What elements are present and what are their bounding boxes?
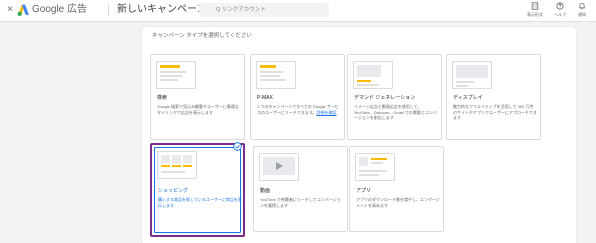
campaign-card-display[interactable]: ディスプレイ 魅力的なクリエイティブを活用して 300 万件のサイトやアプリでユ… xyxy=(446,54,541,140)
card-title: デマンド ジェネレーション xyxy=(354,95,416,101)
bell-icon xyxy=(579,3,585,10)
card-title: アプリ xyxy=(356,188,372,194)
help-icon xyxy=(556,2,564,10)
search-illustration-icon xyxy=(156,61,196,89)
campaign-card-search[interactable]: 検索 Google 検索で見込み顧客やユーザーに最適なタイミングで広告を表示しま… xyxy=(150,54,245,140)
google-ads-logo-icon xyxy=(17,4,29,16)
campaign-card-demand-gen[interactable]: デマンド ジェネレーション イメージ広告と動画広告を使用して、YouTube、D… xyxy=(347,54,442,140)
search-input[interactable]: Q リンクアカウント xyxy=(199,3,329,17)
card-description: イメージ広告と動画広告を使用して、YouTube、Discover、Gmail … xyxy=(354,104,437,120)
card-description: Google 検索で見込み顧客やユーザーに最適なタイミングで広告を表示します xyxy=(157,104,239,115)
card-description: 購入する商品を探しているユーザーに商品を宣伝します xyxy=(158,197,242,208)
panel-heading: キャンペーン タイプを選択してください xyxy=(152,33,252,39)
appearance-button[interactable]: 表示形式 xyxy=(522,2,548,20)
brand-name: Google 広告 xyxy=(32,4,88,15)
card-description: 魅力的なクリエイティブを活用して 300 万件のサイトやアプリでユーザーにアプロ… xyxy=(453,104,537,120)
search-placeholder: Q リンクアカウント xyxy=(216,7,266,13)
card-description: アプリのダウンロード数を増やし、エンゲージメントを高めます xyxy=(356,197,440,208)
appearance-label: 表示形式 xyxy=(527,12,543,17)
building-icon xyxy=(531,2,539,10)
close-icon[interactable]: × xyxy=(4,3,16,17)
card-title: 検索 xyxy=(157,95,168,101)
campaign-card-video[interactable]: 動画 YouTube で視聴者にリーチしてコンバージョンを獲得します xyxy=(253,146,348,232)
card-title: 動画 xyxy=(260,188,271,194)
divider xyxy=(108,4,109,16)
card-description: YouTube で視聴者にリーチしてコンバージョンを獲得します xyxy=(260,197,341,208)
demand-gen-illustration-icon xyxy=(353,61,393,89)
app-illustration-icon xyxy=(355,153,395,181)
check-circle-icon xyxy=(233,142,242,151)
video-illustration-icon xyxy=(259,153,299,181)
campaign-card-pmax[interactable]: P-MAX 1 つのキャンペーンですべての Google サービスのユーザーにリ… xyxy=(250,54,345,140)
shopping-illustration-icon xyxy=(157,151,197,179)
campaign-card-app[interactable]: アプリ アプリのダウンロード数を増やし、エンゲージメントを高めます xyxy=(349,146,444,232)
top-bar: × Google 広告 新しいキャンペーンを作成 Q リンクアカウント 表示形式… xyxy=(0,0,596,22)
campaign-card-shopping[interactable]: ショッピング 購入する商品を探しているユーザーに商品を宣伝します xyxy=(150,142,245,237)
card-title: ディスプレイ xyxy=(453,95,483,101)
learn-more-link[interactable]: 詳細を確認 xyxy=(317,110,337,115)
notifications-button[interactable]: 通知 xyxy=(569,2,595,20)
pmax-illustration-icon xyxy=(256,61,296,89)
card-title: ショッピング xyxy=(158,188,189,194)
card-description: 1 つのキャンペーンですべての Google サービスのユーザーにリーチできます… xyxy=(257,104,341,115)
display-illustration-icon xyxy=(452,61,492,89)
notifications-label: 通知 xyxy=(578,12,586,17)
card-title: P-MAX xyxy=(257,95,273,101)
